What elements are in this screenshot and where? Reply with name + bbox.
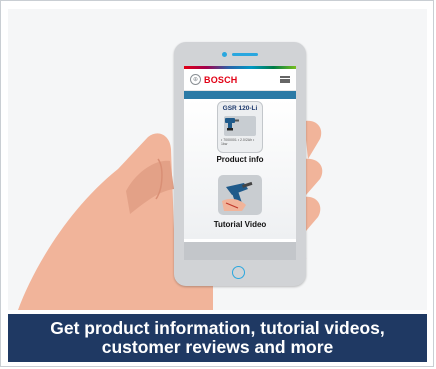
product-spec: • 7000001 • 2.0/2Ah • 1kw — [221, 138, 255, 146]
brand-name: BOSCH — [204, 74, 238, 85]
speaker-slot — [232, 53, 258, 56]
product-image — [224, 116, 256, 136]
tutorial-video-thumbnail[interactable] — [218, 175, 262, 215]
tutorial-video-label[interactable]: Tutorial Video — [184, 220, 296, 229]
brand-logo[interactable]: ⊕ BOSCH — [190, 74, 238, 85]
app-header: ⊕ BOSCH — [184, 69, 296, 91]
front-camera-icon — [222, 52, 227, 57]
product-info-label[interactable]: Product info — [184, 155, 296, 164]
home-button-icon[interactable] — [232, 266, 245, 279]
caption-line-1: Get product information, tutorial videos… — [50, 318, 385, 338]
drill-icon — [225, 118, 239, 131]
product-model: GSR 120-Li — [222, 105, 258, 112]
drill-in-hand-icon — [222, 181, 253, 211]
header-band — [184, 91, 296, 99]
bottom-bar — [184, 242, 296, 260]
caption-line-2: customer reviews and more — [101, 337, 334, 357]
caption-banner: Get product information, tutorial videos… — [8, 314, 427, 362]
bosch-armature-logo-icon: ⊕ — [190, 74, 201, 85]
smartphone: ⊕ BOSCH GSR 120-Li • 7000001 • 2.0/2Ah •… — [174, 42, 306, 286]
phone-screen: ⊕ BOSCH GSR 120-Li • 7000001 • 2.0/2Ah •… — [184, 66, 296, 260]
illustration-stage: ⊕ BOSCH GSR 120-Li • 7000001 • 2.0/2Ah •… — [8, 9, 427, 310]
product-card[interactable]: GSR 120-Li • 7000001 • 2.0/2Ah • 1kw — [217, 101, 263, 153]
hamburger-menu-icon[interactable] — [280, 76, 290, 83]
app-content: GSR 120-Li • 7000001 • 2.0/2Ah • 1kw Pro… — [184, 99, 296, 239]
